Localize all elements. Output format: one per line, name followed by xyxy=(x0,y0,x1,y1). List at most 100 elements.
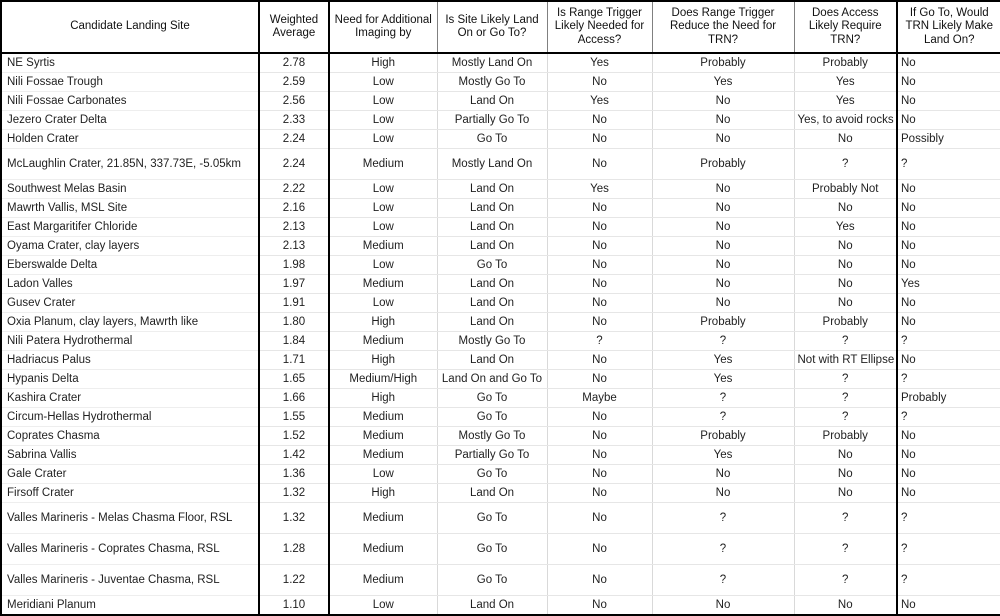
cell-range-trigger-reduces-trn: Probably xyxy=(652,53,795,73)
cell-access-requires-trn: ? xyxy=(794,369,898,389)
cell-land-on-or-go-to: Go To xyxy=(437,129,548,149)
cell-range-trigger-needed: Yes xyxy=(547,179,653,199)
cell-trn-makes-land-on: No xyxy=(897,595,1000,616)
column-header-range-trigger-needed: Is Range Trigger Likely Needed for Acces… xyxy=(547,0,653,54)
cell-trn-makes-land-on: No xyxy=(897,53,1000,73)
cell-weighted-average: 1.22 xyxy=(259,564,330,596)
cell-land-on-or-go-to: Mostly Land On xyxy=(437,53,548,73)
cell-range-trigger-reduces-trn: Probably xyxy=(652,148,795,180)
cell-site: Meridiani Planum xyxy=(0,595,260,616)
cell-range-trigger-needed: No xyxy=(547,483,653,503)
cell-site: McLaughlin Crater, 21.85N, 337.73E, -5.0… xyxy=(0,148,260,180)
table-row: Nili Patera Hydrothermal 1.84 Medium Mostly… xyxy=(0,331,1000,351)
cell-access-requires-trn: No xyxy=(794,445,898,465)
table-row: Southwest Melas Basin 2.22 Low Land On Yes No… xyxy=(0,179,1000,199)
cell-trn-makes-land-on: ? xyxy=(897,331,1000,351)
cell-access-requires-trn: Yes xyxy=(794,72,898,92)
cell-access-requires-trn: No xyxy=(794,293,898,313)
cell-imaging-need: Low xyxy=(329,464,438,484)
cell-site: Nili Fossae Trough xyxy=(0,72,260,92)
cell-trn-makes-land-on: No xyxy=(897,293,1000,313)
cell-land-on-or-go-to: Partially Go To xyxy=(437,110,548,130)
cell-imaging-need: Medium xyxy=(329,533,438,565)
cell-range-trigger-needed: No xyxy=(547,595,653,616)
table-row: McLaughlin Crater, 21.85N, 337.73E, -5.0… xyxy=(0,148,1000,180)
cell-access-requires-trn: Not with RT Ellipse xyxy=(794,350,898,370)
column-header-access-requires-trn: Does Access Likely Require TRN? xyxy=(794,0,898,54)
table-row: Gale Crater 1.36 Low Go To No No No No xyxy=(0,464,1000,484)
cell-site: Gusev Crater xyxy=(0,293,260,313)
cell-imaging-need: Medium xyxy=(329,331,438,351)
cell-range-trigger-reduces-trn: ? xyxy=(652,502,795,534)
cell-imaging-need: Low xyxy=(329,293,438,313)
table-header-row: Candidate Landing Site Weighted Average … xyxy=(0,0,1000,54)
cell-access-requires-trn: Probably Not xyxy=(794,179,898,199)
cell-site: Oyama Crater, clay layers xyxy=(0,236,260,256)
table-row: Kashira Crater 1.66 High Go To Maybe?? Probab… xyxy=(0,388,1000,408)
cell-access-requires-trn: ? xyxy=(794,331,898,351)
cell-land-on-or-go-to: Mostly Go To xyxy=(437,331,548,351)
cell-access-requires-trn: Probably xyxy=(794,53,898,73)
cell-access-requires-trn: No xyxy=(794,255,898,275)
table-row: Valles Marineris - Juventae Chasma, RSL 1… xyxy=(0,564,1000,596)
cell-access-requires-trn: ? xyxy=(794,148,898,180)
cell-range-trigger-reduces-trn: Yes xyxy=(652,445,795,465)
cell-site: Sabrina Vallis xyxy=(0,445,260,465)
cell-access-requires-trn: ? xyxy=(794,533,898,565)
cell-trn-makes-land-on: No xyxy=(897,110,1000,130)
cell-trn-makes-land-on: No xyxy=(897,464,1000,484)
cell-trn-makes-land-on: Possibly xyxy=(897,129,1000,149)
cell-access-requires-trn: Yes, to avoid rocks xyxy=(794,110,898,130)
cell-imaging-need: Medium xyxy=(329,564,438,596)
cell-land-on-or-go-to: Land On xyxy=(437,312,548,332)
cell-weighted-average: 1.42 xyxy=(259,445,330,465)
cell-imaging-need: Low xyxy=(329,179,438,199)
cell-land-on-or-go-to: Land On xyxy=(437,91,548,111)
cell-site: Nili Fossae Carbonates xyxy=(0,91,260,111)
cell-imaging-need: Low xyxy=(329,255,438,275)
table-row: Ladon Valles 1.97 Medium Land On No No No Yes xyxy=(0,274,1000,294)
cell-range-trigger-needed: Maybe xyxy=(547,388,653,408)
cell-site: Circum-Hellas Hydrothermal xyxy=(0,407,260,427)
cell-range-trigger-needed: No xyxy=(547,502,653,534)
cell-weighted-average: 1.28 xyxy=(259,533,330,565)
table-row: Nili Fossae Carbonates 2.56 Low Land On Yes N… xyxy=(0,91,1000,111)
table-body: NE Syrtis 2.78 High Mostly Land On Yes Probab… xyxy=(0,53,1000,616)
cell-land-on-or-go-to: Land On xyxy=(437,179,548,199)
cell-weighted-average: 1.98 xyxy=(259,255,330,275)
cell-land-on-or-go-to: Land On xyxy=(437,217,548,237)
cell-land-on-or-go-to: Land On xyxy=(437,236,548,256)
cell-access-requires-trn: Probably xyxy=(794,426,898,446)
cell-weighted-average: 1.97 xyxy=(259,274,330,294)
cell-imaging-need: High xyxy=(329,53,438,73)
cell-site: Valles Marineris - Juventae Chasma, RSL xyxy=(0,564,260,596)
cell-range-trigger-reduces-trn: ? xyxy=(652,533,795,565)
cell-range-trigger-reduces-trn: ? xyxy=(652,388,795,408)
cell-imaging-need: Medium xyxy=(329,445,438,465)
cell-weighted-average: 2.56 xyxy=(259,91,330,111)
cell-trn-makes-land-on: No xyxy=(897,236,1000,256)
cell-trn-makes-land-on: ? xyxy=(897,564,1000,596)
cell-site: Jezero Crater Delta xyxy=(0,110,260,130)
cell-trn-makes-land-on: No xyxy=(897,179,1000,199)
cell-land-on-or-go-to: Go To xyxy=(437,564,548,596)
cell-imaging-need: High xyxy=(329,483,438,503)
cell-range-trigger-reduces-trn: Probably xyxy=(652,312,795,332)
cell-range-trigger-reduces-trn: No xyxy=(652,464,795,484)
cell-range-trigger-needed: No xyxy=(547,110,653,130)
column-header-weighted-average: Weighted Average xyxy=(259,0,330,54)
cell-access-requires-trn: No xyxy=(794,129,898,149)
cell-range-trigger-reduces-trn: No xyxy=(652,110,795,130)
cell-weighted-average: 1.66 xyxy=(259,388,330,408)
cell-access-requires-trn: Yes xyxy=(794,91,898,111)
cell-site: Southwest Melas Basin xyxy=(0,179,260,199)
cell-access-requires-trn: ? xyxy=(794,407,898,427)
cell-trn-makes-land-on: ? xyxy=(897,533,1000,565)
cell-imaging-need: Medium xyxy=(329,502,438,534)
cell-range-trigger-reduces-trn: Yes xyxy=(652,72,795,92)
cell-range-trigger-reduces-trn: Yes xyxy=(652,350,795,370)
table-row: Mawrth Vallis, MSL Site 2.16 Low Land On No N… xyxy=(0,198,1000,218)
cell-range-trigger-needed: No xyxy=(547,564,653,596)
cell-site: Valles Marineris - Coprates Chasma, RSL xyxy=(0,533,260,565)
cell-range-trigger-needed: No xyxy=(547,407,653,427)
